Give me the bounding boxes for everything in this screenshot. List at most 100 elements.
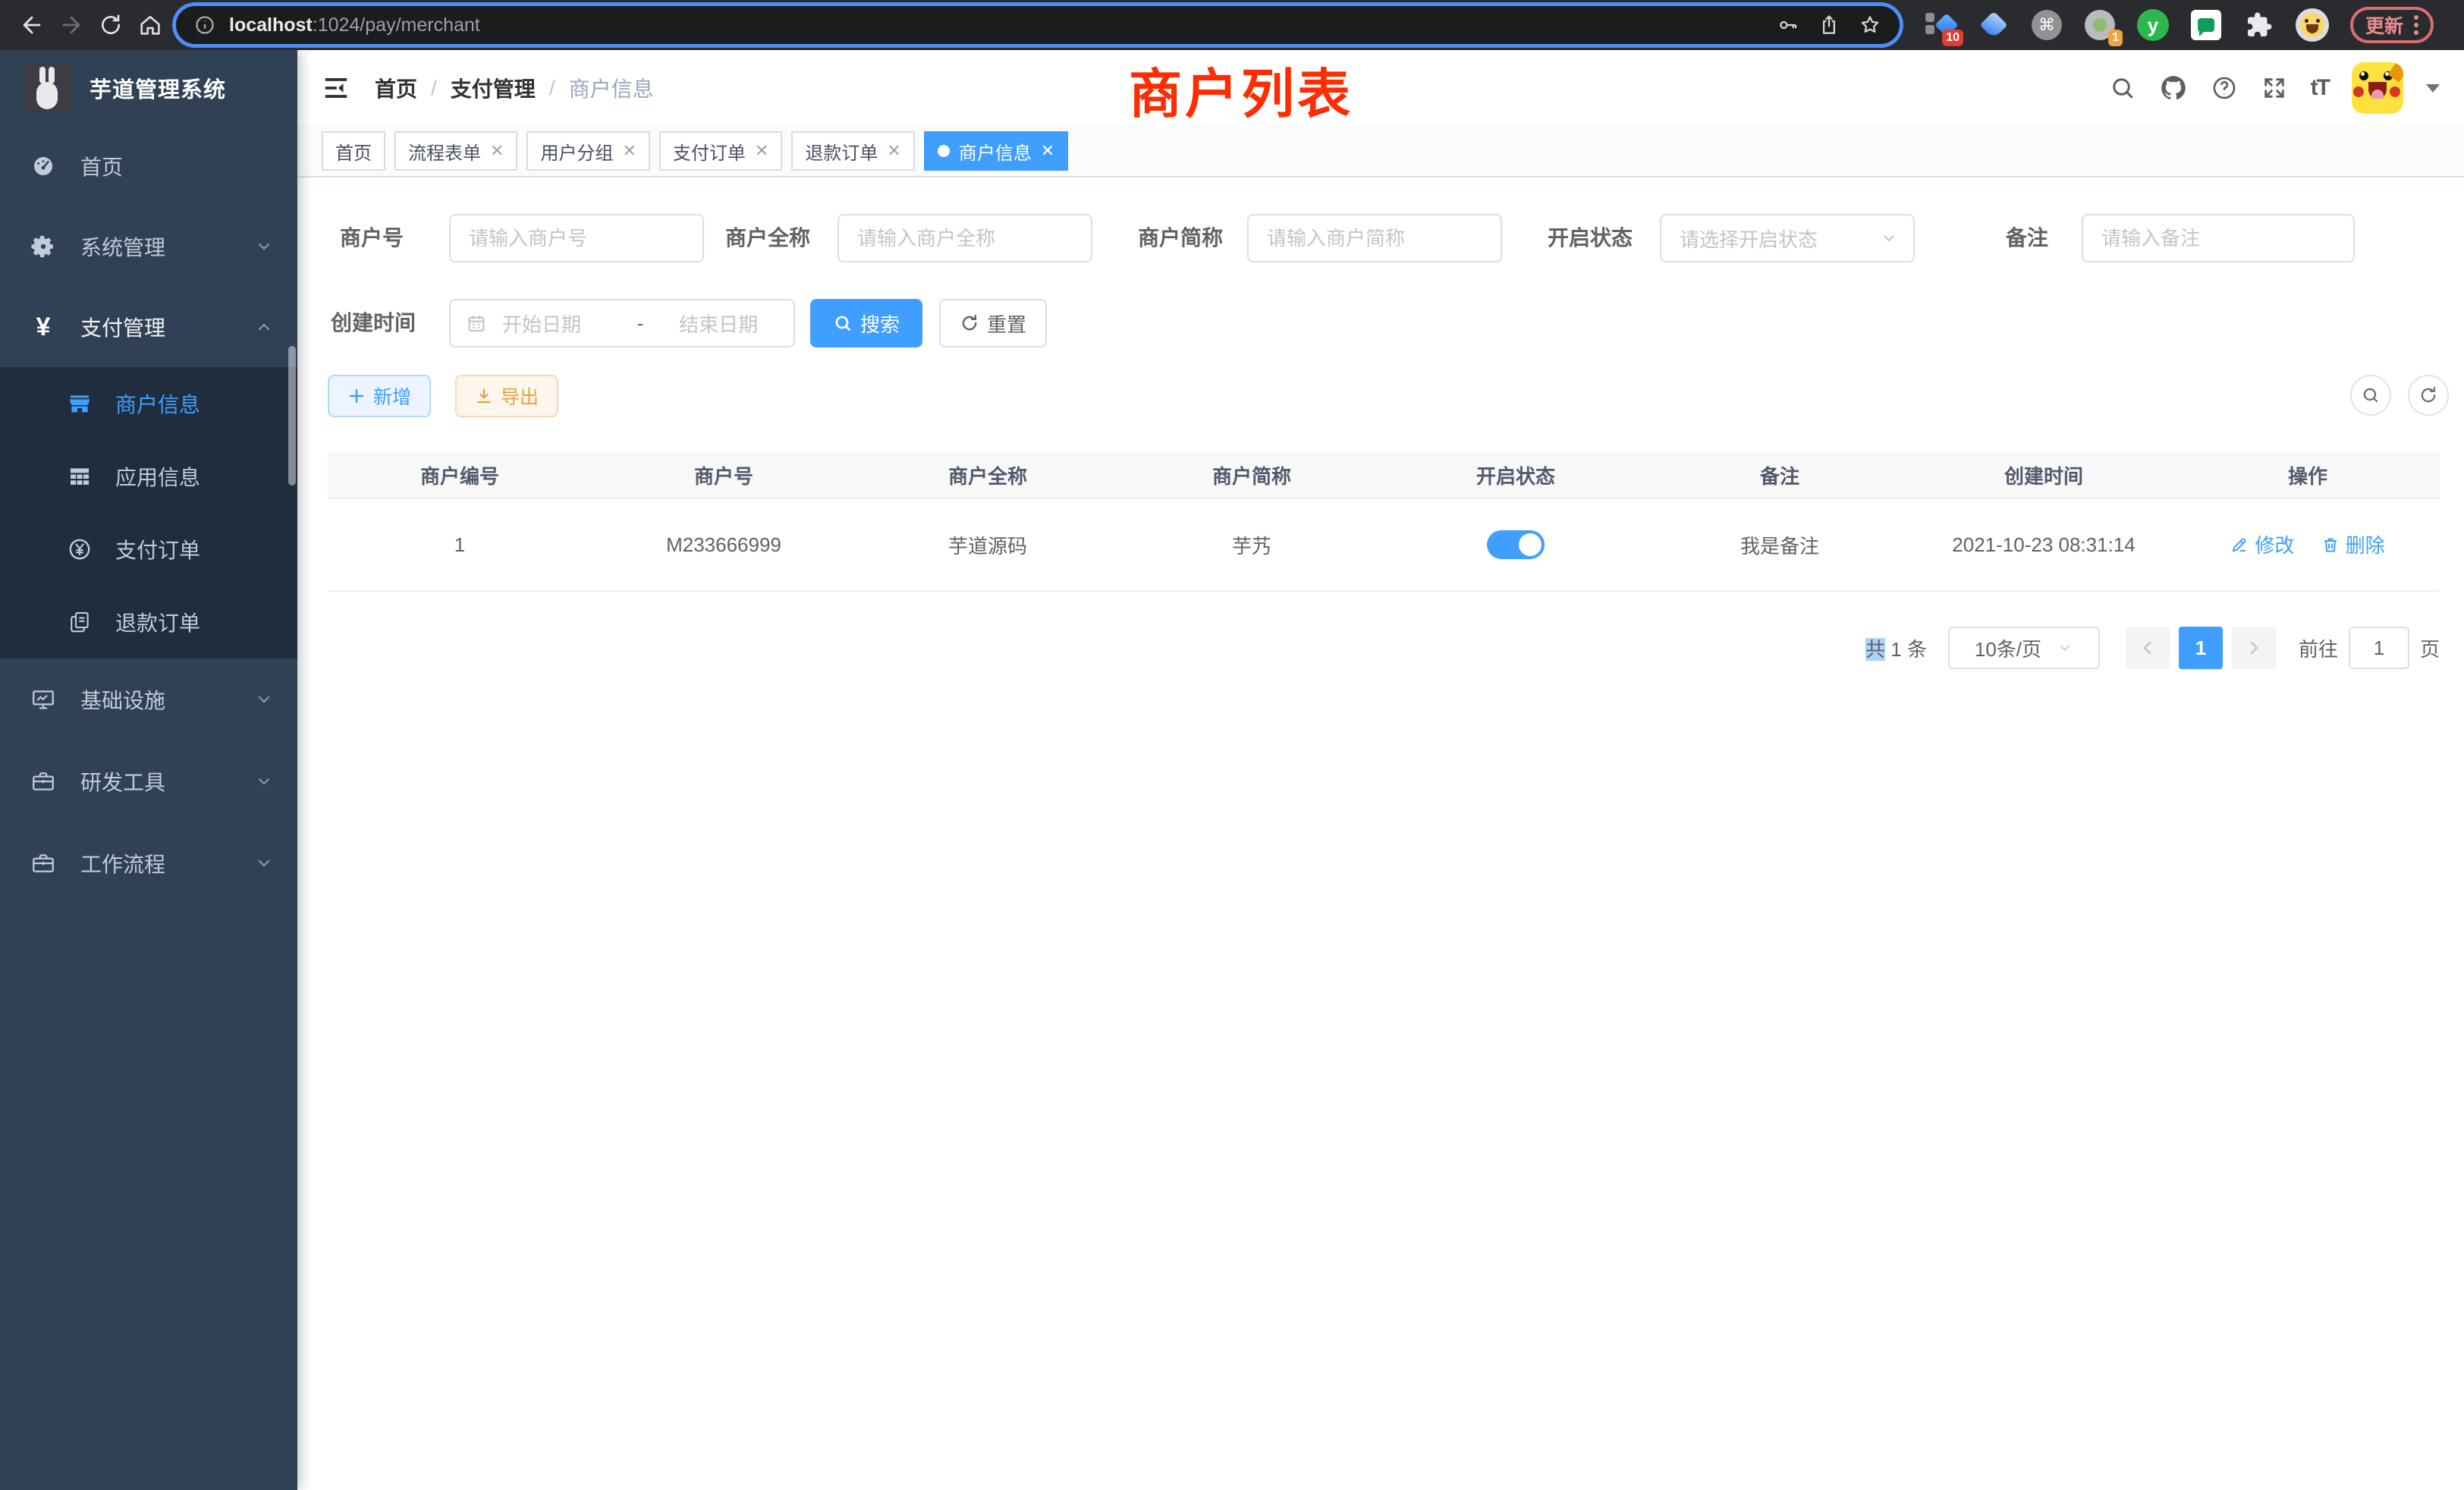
sidebar-collapse-icon[interactable] — [322, 74, 350, 102]
tab-refund-order[interactable]: 退款订单✕ — [791, 131, 914, 171]
extension-grid-diamond-icon[interactable]: 10 — [1924, 8, 1957, 42]
col-remark: 备注 — [1648, 461, 1912, 489]
merchant-name-input[interactable] — [838, 214, 1092, 262]
sidebar-submenu-pay: 商户信息 应用信息 支付订单 退款订单 — [0, 367, 297, 659]
create-time-range-picker[interactable]: 开始日期 - 结束日期 — [449, 299, 795, 347]
total-highlight: 共 — [1865, 638, 1885, 661]
cell-merchant-id: 1 — [328, 533, 592, 557]
close-icon[interactable]: ✕ — [490, 143, 504, 159]
sidebar-item-refund-order[interactable]: 退款订单 — [0, 586, 297, 659]
status-select[interactable]: 请选择开启状态 — [1660, 214, 1915, 262]
extension-chat-icon[interactable] — [2189, 8, 2223, 42]
fullscreen-icon[interactable] — [2261, 74, 2288, 102]
end-date-placeholder[interactable]: 结束日期 — [658, 310, 778, 338]
add-label: 新增 — [373, 382, 411, 410]
extensions-puzzle-icon[interactable] — [2242, 8, 2276, 42]
status-toggle-on[interactable] — [1487, 530, 1545, 559]
browser-update-button[interactable]: 更新 — [2350, 7, 2434, 43]
sidebar-item-system[interactable]: 系统管理 — [0, 206, 297, 287]
extension-y-icon[interactable]: y — [2136, 8, 2170, 42]
close-icon[interactable]: ✕ — [755, 143, 768, 159]
font-size-icon[interactable]: tT — [2311, 75, 2329, 101]
goto-page-input[interactable] — [2349, 627, 2409, 669]
kite-shape — [1980, 11, 2008, 39]
briefcase-icon — [30, 850, 56, 876]
yen-icon: ¥ — [30, 313, 56, 342]
share-icon[interactable] — [1818, 14, 1840, 36]
sidebar-item-infra[interactable]: 基础设施 — [0, 659, 297, 740]
browser-reload-button[interactable] — [91, 5, 130, 45]
breadcrumb-home[interactable]: 首页 — [375, 73, 417, 103]
prev-page-button[interactable] — [2126, 627, 2170, 669]
close-icon[interactable]: ✕ — [887, 143, 900, 159]
page-size-select[interactable]: 10条/页 — [1948, 627, 2100, 669]
app-frame: 芋道管理系统 首页 系统管理 ¥ 支付管理 商户信息 应用信息 — [0, 50, 2464, 1490]
sidebar-item-workflow[interactable]: 工作流程 — [0, 822, 297, 904]
col-create-time: 创建时间 — [1912, 461, 2176, 489]
tab-merchant-info[interactable]: 商户信息✕ — [924, 131, 1068, 171]
sidebar-item-home[interactable]: 首页 — [0, 126, 297, 206]
reset-label: 重置 — [987, 310, 1026, 338]
sidebar-item-pay[interactable]: ¥ 支付管理 — [0, 287, 297, 367]
browser-menu-dots-icon[interactable] — [2414, 15, 2418, 35]
show-search-toggle-button[interactable] — [2350, 375, 2391, 416]
github-icon[interactable] — [2159, 74, 2188, 102]
bookmark-star-icon[interactable] — [1859, 14, 1881, 36]
browser-forward-button[interactable] — [52, 5, 91, 45]
edit-button[interactable]: 修改 — [2230, 530, 2294, 558]
remark-input[interactable] — [2082, 214, 2355, 262]
close-icon[interactable]: ✕ — [1041, 143, 1054, 159]
page-size-value: 10条/页 — [1975, 634, 2041, 662]
extension-recorder-icon[interactable]: 1 — [2083, 8, 2117, 42]
search-icon[interactable] — [2109, 74, 2136, 102]
user-menu-caret-icon[interactable] — [2426, 84, 2440, 93]
tab-process-form[interactable]: 流程表单✕ — [394, 131, 517, 171]
browser-back-button[interactable] — [12, 5, 52, 45]
breadcrumb-pay[interactable]: 支付管理 — [451, 73, 536, 103]
browser-chrome: localhost:1024/pay/merchant 10 ⌘ 1 y 更新 — [0, 0, 2464, 50]
monitor-icon — [30, 687, 56, 712]
tab-user-group[interactable]: 用户分组✕ — [526, 131, 649, 171]
merchant-short-input[interactable] — [1247, 214, 1502, 262]
reset-button[interactable]: 重置 — [939, 299, 1047, 347]
select-placeholder: 请选择开启状态 — [1680, 225, 1880, 253]
sidebar-item-pay-order[interactable]: 支付订单 — [0, 513, 297, 586]
delete-button[interactable]: 删除 — [2321, 530, 2385, 558]
merchant-no-input[interactable] — [449, 214, 704, 262]
site-info-icon[interactable] — [194, 14, 215, 36]
page-1-button[interactable]: 1 — [2179, 627, 2223, 669]
app-title: 芋道管理系统 — [90, 72, 226, 104]
sidebar-item-merchant-info[interactable]: 商户信息 — [0, 367, 297, 440]
sidebar-item-dev-tools[interactable]: 研发工具 — [0, 740, 297, 822]
top-navbar: 首页 / 支付管理 / 商户信息 tT — [297, 50, 2464, 126]
tab-home[interactable]: 首页 — [322, 131, 385, 171]
cell-actions: 修改 删除 — [2176, 530, 2440, 559]
sidebar-logo[interactable]: 芋道管理系统 — [0, 50, 297, 126]
user-avatar[interactable] — [2352, 62, 2403, 114]
arrow-right-icon — [58, 12, 84, 38]
add-button[interactable]: 新增 — [328, 375, 431, 417]
extension-kite-icon[interactable] — [1977, 8, 2010, 42]
browser-profile-avatar[interactable] — [2296, 8, 2329, 42]
help-icon[interactable] — [2211, 74, 2238, 102]
search-button[interactable]: 搜索 — [810, 299, 922, 347]
extension-badge: 1 — [2108, 30, 2123, 46]
browser-home-button[interactable] — [130, 5, 170, 45]
search-label: 搜索 — [860, 310, 900, 338]
sidebar-scrollbar-thumb[interactable] — [288, 346, 296, 486]
cell-merchant-no: M233666999 — [592, 533, 856, 557]
start-date-placeholder[interactable]: 开始日期 — [502, 310, 622, 338]
export-button[interactable]: 导出 — [455, 375, 558, 417]
gear-icon — [30, 234, 56, 259]
merchant-short-label: 商户简称 — [1129, 214, 1232, 262]
sidebar-item-app-info[interactable]: 应用信息 — [0, 440, 297, 513]
next-page-button[interactable] — [2232, 627, 2276, 669]
password-key-icon[interactable] — [1777, 14, 1799, 36]
refresh-icon — [960, 313, 979, 333]
tab-pay-order[interactable]: 支付订单✕ — [659, 131, 782, 171]
refresh-table-button[interactable] — [2408, 375, 2449, 416]
extension-command-icon[interactable]: ⌘ — [2030, 8, 2063, 42]
url-bar[interactable]: localhost:1024/pay/merchant — [176, 6, 1900, 44]
app-logo-rabbit — [23, 64, 71, 112]
close-icon[interactable]: ✕ — [622, 143, 636, 159]
